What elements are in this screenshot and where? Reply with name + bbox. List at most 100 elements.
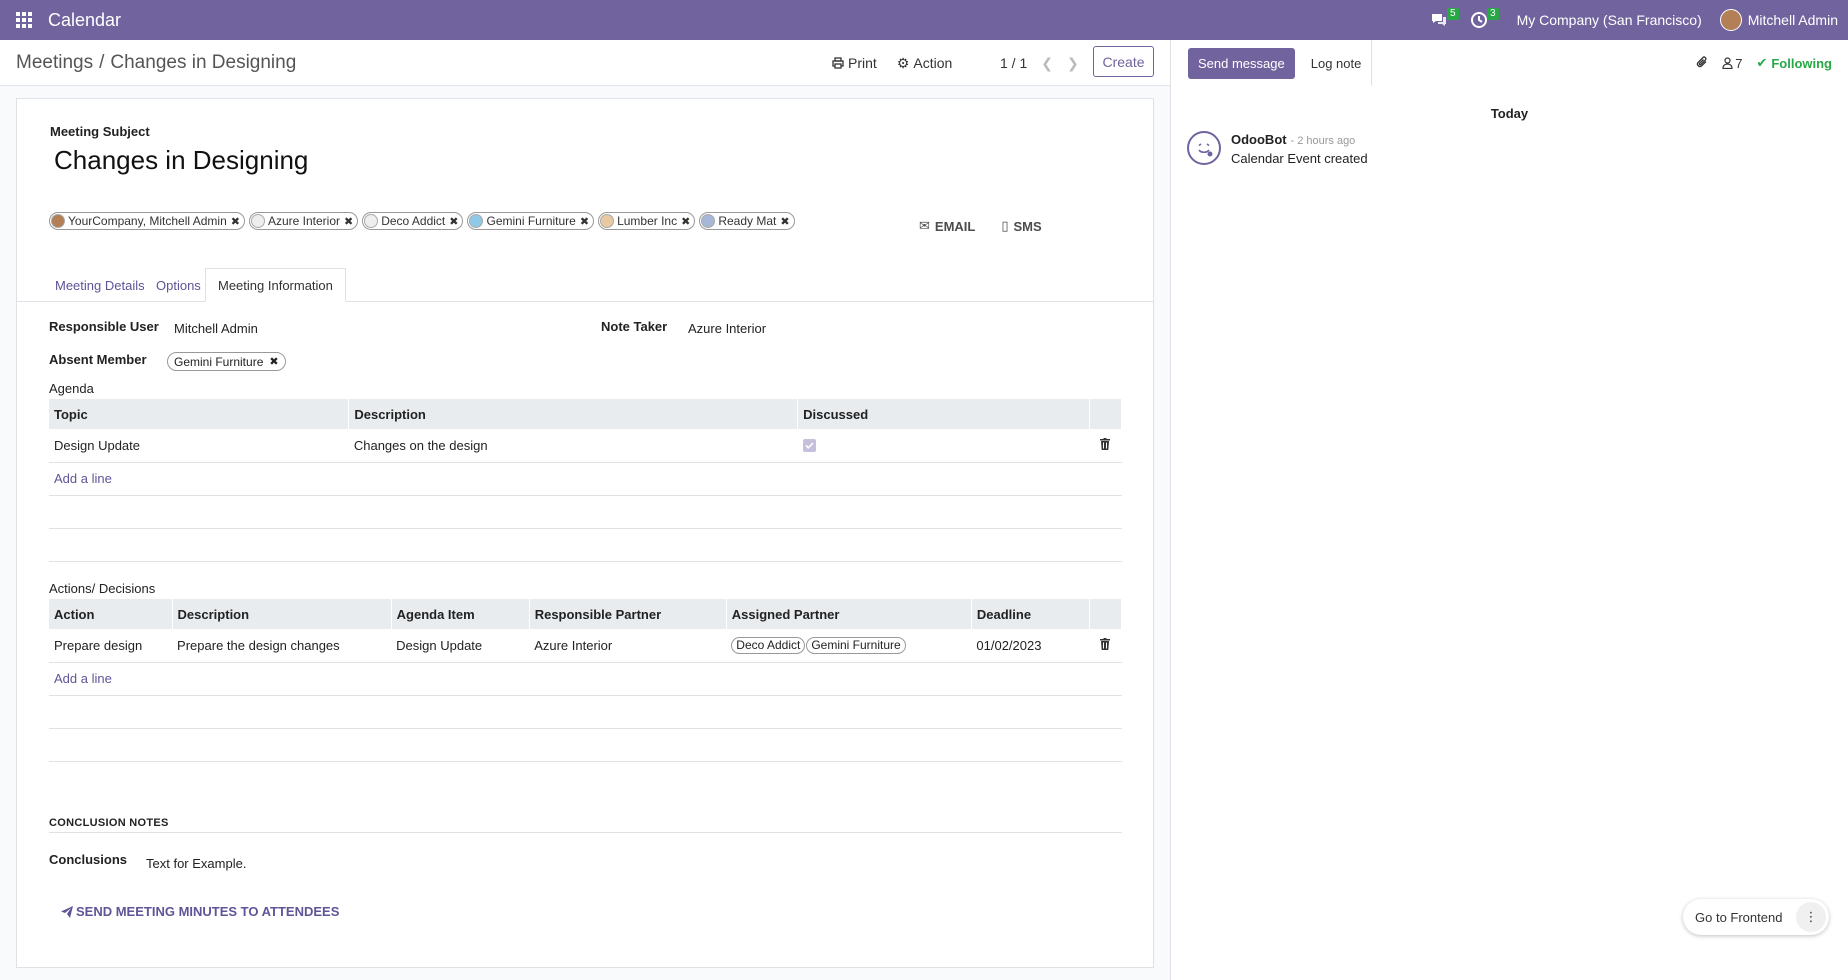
action-button[interactable]: ⚙ Action bbox=[897, 55, 952, 72]
note-taker-field[interactable]: Azure Interior bbox=[688, 321, 766, 336]
user-avatar[interactable] bbox=[1719, 9, 1742, 31]
followers-count: 7 bbox=[1735, 55, 1743, 71]
attendee-tag: Gemini Furniture ✖ bbox=[467, 212, 595, 230]
conclusions-field[interactable]: Text for Example. bbox=[146, 856, 246, 871]
following-button[interactable]: ✔ Following bbox=[1756, 55, 1832, 71]
avatar bbox=[250, 214, 265, 228]
agenda-topic-cell[interactable]: Design Update bbox=[49, 429, 349, 463]
note-taker-label: Note Taker bbox=[601, 319, 668, 334]
smiley-icon bbox=[1198, 143, 1213, 157]
avatar bbox=[469, 214, 484, 228]
subject-input[interactable]: Changes in Designing bbox=[54, 145, 308, 176]
attendee-name: Gemini Furniture bbox=[486, 214, 576, 228]
actions-col-responsible[interactable]: Responsible Partner bbox=[529, 599, 727, 629]
table-row[interactable]: Design Update Changes on the design bbox=[49, 429, 1122, 463]
assigned-partner-tag: Deco Addict bbox=[731, 636, 806, 654]
company-switcher[interactable]: My Company (San Francisco) bbox=[1517, 12, 1702, 28]
gear-icon: ⚙ bbox=[896, 54, 910, 71]
actions-table: Action Description Agenda Item Responsib… bbox=[49, 599, 1123, 762]
empty-row bbox=[49, 728, 1122, 762]
agenda-col-topic[interactable]: Topic bbox=[49, 399, 350, 429]
pager-value[interactable]: 1 / 1 bbox=[1000, 55, 1027, 71]
more-options-icon[interactable]: ⋮ bbox=[1796, 902, 1826, 932]
send-message-button[interactable]: Send message bbox=[1188, 47, 1295, 79]
avatar bbox=[701, 214, 716, 228]
table-row bbox=[49, 495, 1122, 529]
attendee-tag: YourCompany, Mitchell Admin ✖ bbox=[49, 212, 245, 230]
attendee-name: Lumber Inc bbox=[617, 214, 678, 228]
action-cell[interactable]: Prepare design bbox=[49, 629, 173, 663]
actions-col-deadline[interactable]: Deadline bbox=[971, 599, 1090, 629]
agenda-col-description[interactable]: Description bbox=[348, 399, 799, 429]
check-icon: ✔ bbox=[1756, 55, 1768, 70]
agenda-add-line[interactable]: Add a line bbox=[49, 462, 1122, 496]
breadcrumb-meetings[interactable]: Meetings bbox=[16, 52, 93, 74]
chatter-message: OdooBot - 2 hours ago Calendar Event cre… bbox=[1187, 131, 1848, 166]
attendees-field[interactable]: YourCompany, Mitchell Admin ✖ Azure Inter… bbox=[49, 212, 795, 230]
agenda-item-cell[interactable]: Design Update bbox=[391, 629, 530, 663]
messages-badge: 5 bbox=[1447, 8, 1459, 20]
go-to-frontend-button[interactable]: Go to Frontend ⋮ bbox=[1683, 899, 1829, 935]
remove-tag-icon[interactable]: ✖ bbox=[231, 215, 240, 228]
tab-options[interactable]: Options bbox=[144, 268, 213, 302]
responsible-partner-cell[interactable]: Azure Interior bbox=[529, 629, 727, 663]
avatar bbox=[51, 214, 65, 228]
clock-icon bbox=[1470, 12, 1487, 28]
remove-tag-icon[interactable]: ✖ bbox=[269, 355, 278, 368]
discussed-checkbox[interactable] bbox=[802, 438, 816, 452]
actions-add-line[interactable]: Add a line bbox=[49, 662, 1122, 696]
message-author[interactable]: OdooBot bbox=[1231, 132, 1287, 147]
action-description-cell[interactable]: Prepare the design changes bbox=[172, 629, 392, 663]
agenda-discussed-cell[interactable] bbox=[797, 429, 1090, 463]
actions-col-description[interactable]: Description bbox=[172, 599, 392, 629]
create-button[interactable]: Create bbox=[1093, 46, 1154, 77]
pager-next-icon[interactable]: ❯ bbox=[1067, 55, 1079, 72]
avatar bbox=[600, 214, 615, 228]
message-body: Calendar Event created bbox=[1231, 151, 1368, 166]
print-label: Print bbox=[848, 55, 877, 71]
tab-meeting-details[interactable]: Meeting Details bbox=[43, 268, 157, 302]
actions-col-assigned[interactable]: Assigned Partner bbox=[726, 599, 972, 629]
remove-tag-icon[interactable]: ✖ bbox=[580, 215, 589, 228]
delete-row-button[interactable] bbox=[1089, 429, 1122, 463]
form-tabs: Meeting Details Options Meeting Informat… bbox=[17, 268, 1153, 302]
messaging-menu[interactable]: 5 bbox=[1425, 0, 1459, 40]
deadline-cell[interactable]: 01/02/2023 bbox=[971, 629, 1090, 663]
log-note-button[interactable]: Log note bbox=[1301, 40, 1373, 86]
top-navbar: Calendar 5 3 My Company (San Francisco) … bbox=[0, 0, 1848, 40]
followers-button[interactable]: 7 bbox=[1722, 56, 1742, 71]
breadcrumb-separator: / bbox=[99, 51, 105, 73]
trash-icon bbox=[1100, 637, 1111, 650]
responsible-user-field[interactable]: Mitchell Admin bbox=[174, 321, 258, 336]
go-to-frontend-label: Go to Frontend bbox=[1695, 909, 1783, 925]
agenda-col-discussed[interactable]: Discussed bbox=[797, 399, 1090, 429]
actions-col-action[interactable]: Action bbox=[49, 599, 173, 629]
email-button[interactable]: ✉ EMAIL bbox=[919, 218, 975, 234]
pager-previous-icon[interactable]: ❮ bbox=[1041, 55, 1053, 72]
action-label: Action bbox=[913, 55, 953, 71]
attachments-button[interactable] bbox=[1696, 55, 1708, 72]
activities-badge: 3 bbox=[1487, 8, 1499, 20]
agenda-description-cell[interactable]: Changes on the design bbox=[348, 429, 798, 463]
control-panel: Meetings / Changes in Designing Print ⚙ … bbox=[0, 40, 1170, 86]
remove-tag-icon[interactable]: ✖ bbox=[449, 215, 458, 228]
delete-row-button[interactable] bbox=[1089, 629, 1122, 663]
user-icon bbox=[1722, 57, 1733, 69]
tab-meeting-information[interactable]: Meeting Information bbox=[205, 268, 346, 302]
print-button[interactable]: Print bbox=[832, 55, 877, 71]
app-title[interactable]: Calendar bbox=[48, 10, 121, 31]
remove-tag-icon[interactable]: ✖ bbox=[344, 215, 353, 228]
activity-menu[interactable]: 3 bbox=[1465, 0, 1499, 40]
conclusion-notes-heading: CONCLUSION NOTES bbox=[49, 817, 1122, 833]
user-menu[interactable]: Mitchell Admin bbox=[1748, 12, 1838, 28]
apps-menu-icon[interactable] bbox=[0, 0, 48, 40]
attendee-tag: Ready Mat ✖ bbox=[699, 212, 795, 230]
table-row[interactable]: Prepare design Prepare the design change… bbox=[49, 629, 1122, 663]
assigned-partner-cell[interactable]: Deco Addict Gemini Furniture bbox=[726, 629, 972, 663]
send-minutes-button[interactable]: SEND MEETING MINUTES TO ATTENDEES bbox=[61, 904, 339, 919]
remove-tag-icon[interactable]: ✖ bbox=[681, 215, 690, 228]
absent-member-tag[interactable]: Gemini Furniture ✖ bbox=[167, 352, 286, 371]
actions-col-agenda-item[interactable]: Agenda Item bbox=[391, 599, 530, 629]
remove-tag-icon[interactable]: ✖ bbox=[780, 215, 789, 228]
sms-button[interactable]: ▯ SMS bbox=[1001, 218, 1041, 234]
